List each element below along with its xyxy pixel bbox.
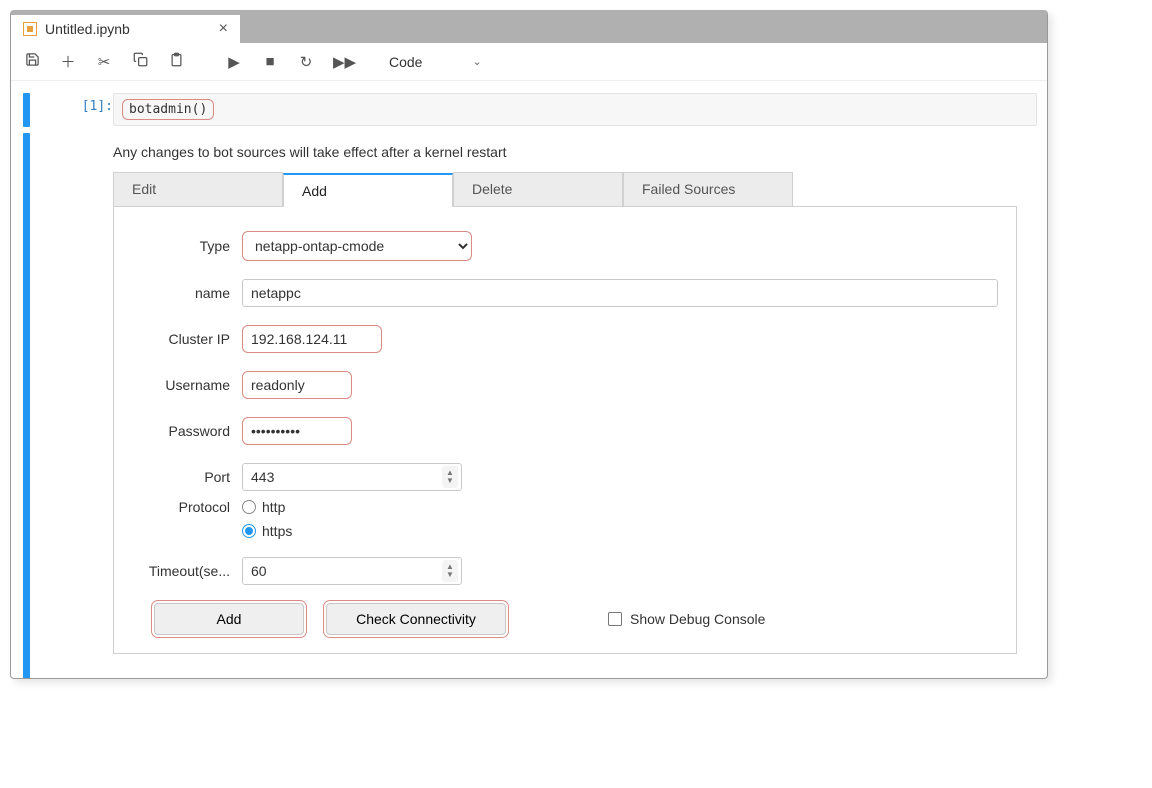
username-input[interactable] — [242, 371, 352, 399]
cell-prompt: [1]: — [67, 93, 113, 114]
password-input[interactable] — [242, 417, 352, 445]
notebook-icon — [23, 22, 37, 36]
cluster-ip-input[interactable] — [242, 325, 382, 353]
file-tab-bar: Untitled.ipynb × — [11, 15, 1047, 43]
run-icon[interactable]: ▶ — [225, 53, 243, 71]
copy-icon[interactable] — [131, 52, 149, 71]
type-select[interactable]: netapp-ontap-cmode — [242, 231, 472, 261]
label-cluster-ip: Cluster IP — [132, 331, 242, 347]
radio-http-label: http — [262, 499, 285, 515]
label-name: name — [132, 285, 242, 301]
add-cell-icon[interactable]: ＋ — [59, 51, 77, 72]
label-password: Password — [132, 423, 242, 439]
label-protocol: Protocol — [132, 499, 242, 515]
radio-https[interactable] — [242, 524, 256, 538]
code-cell[interactable]: [1]: botadmin() — [67, 93, 1037, 126]
tab-add[interactable]: Add — [283, 173, 453, 207]
tab-failed-sources[interactable]: Failed Sources — [623, 172, 793, 206]
show-debug-checkbox[interactable] — [608, 612, 622, 626]
notebook-window: Untitled.ipynb × ＋ ✂ ▶ ■ ↻ ▶▶ Code ⌄ [1]… — [10, 10, 1048, 679]
show-debug-label: Show Debug Console — [630, 611, 765, 627]
timeout-input[interactable] — [242, 557, 462, 585]
run-all-icon[interactable]: ▶▶ — [333, 53, 351, 71]
check-connectivity-button[interactable]: Check Connectivity — [326, 603, 506, 635]
toolbar: ＋ ✂ ▶ ■ ↻ ▶▶ Code ⌄ — [11, 43, 1047, 81]
file-tab-title: Untitled.ipynb — [45, 21, 130, 37]
output-selection-bar — [23, 133, 30, 679]
inner-tab-bar: Edit Add Delete Failed Sources — [113, 172, 1017, 207]
code-input[interactable]: botadmin() — [113, 93, 1037, 126]
stop-icon[interactable]: ■ — [261, 53, 279, 70]
label-timeout: Timeout(se... — [132, 563, 242, 579]
add-button[interactable]: Add — [154, 603, 304, 635]
radio-http[interactable] — [242, 500, 256, 514]
radio-https-label: https — [262, 523, 292, 539]
label-username: Username — [132, 377, 242, 393]
output-notice: Any changes to bot sources will take eff… — [113, 144, 1017, 160]
name-input[interactable] — [242, 279, 998, 307]
button-row: Add Check Connectivity Show Debug Consol… — [132, 603, 998, 635]
label-type: Type — [132, 238, 242, 254]
show-debug-row[interactable]: Show Debug Console — [608, 611, 765, 627]
tab-edit[interactable]: Edit — [113, 172, 283, 206]
cell-selection-bar — [23, 93, 30, 127]
port-stepper[interactable]: ▲▼ — [442, 466, 458, 488]
cell-type-label: Code — [389, 54, 422, 70]
close-tab-icon[interactable]: × — [219, 20, 228, 38]
paste-icon[interactable] — [167, 52, 185, 71]
notebook-area: [1]: botadmin() Any changes to bot sourc… — [11, 81, 1047, 678]
chevron-down-icon: ⌄ — [472, 55, 481, 68]
add-panel: Type netapp-ontap-cmode name Cluster IP … — [113, 207, 1017, 654]
restart-icon[interactable]: ↻ — [297, 53, 315, 71]
cut-icon[interactable]: ✂ — [95, 53, 113, 71]
label-port: Port — [132, 469, 242, 485]
save-icon[interactable] — [23, 52, 41, 71]
tab-delete[interactable]: Delete — [453, 172, 623, 206]
cell-type-select[interactable]: Code ⌄ — [379, 50, 492, 74]
file-tab[interactable]: Untitled.ipynb × — [11, 15, 241, 43]
port-input[interactable] — [242, 463, 462, 491]
code-text: botadmin() — [122, 99, 214, 120]
timeout-stepper[interactable]: ▲▼ — [442, 560, 458, 582]
cell-output: Any changes to bot sources will take eff… — [113, 126, 1017, 654]
